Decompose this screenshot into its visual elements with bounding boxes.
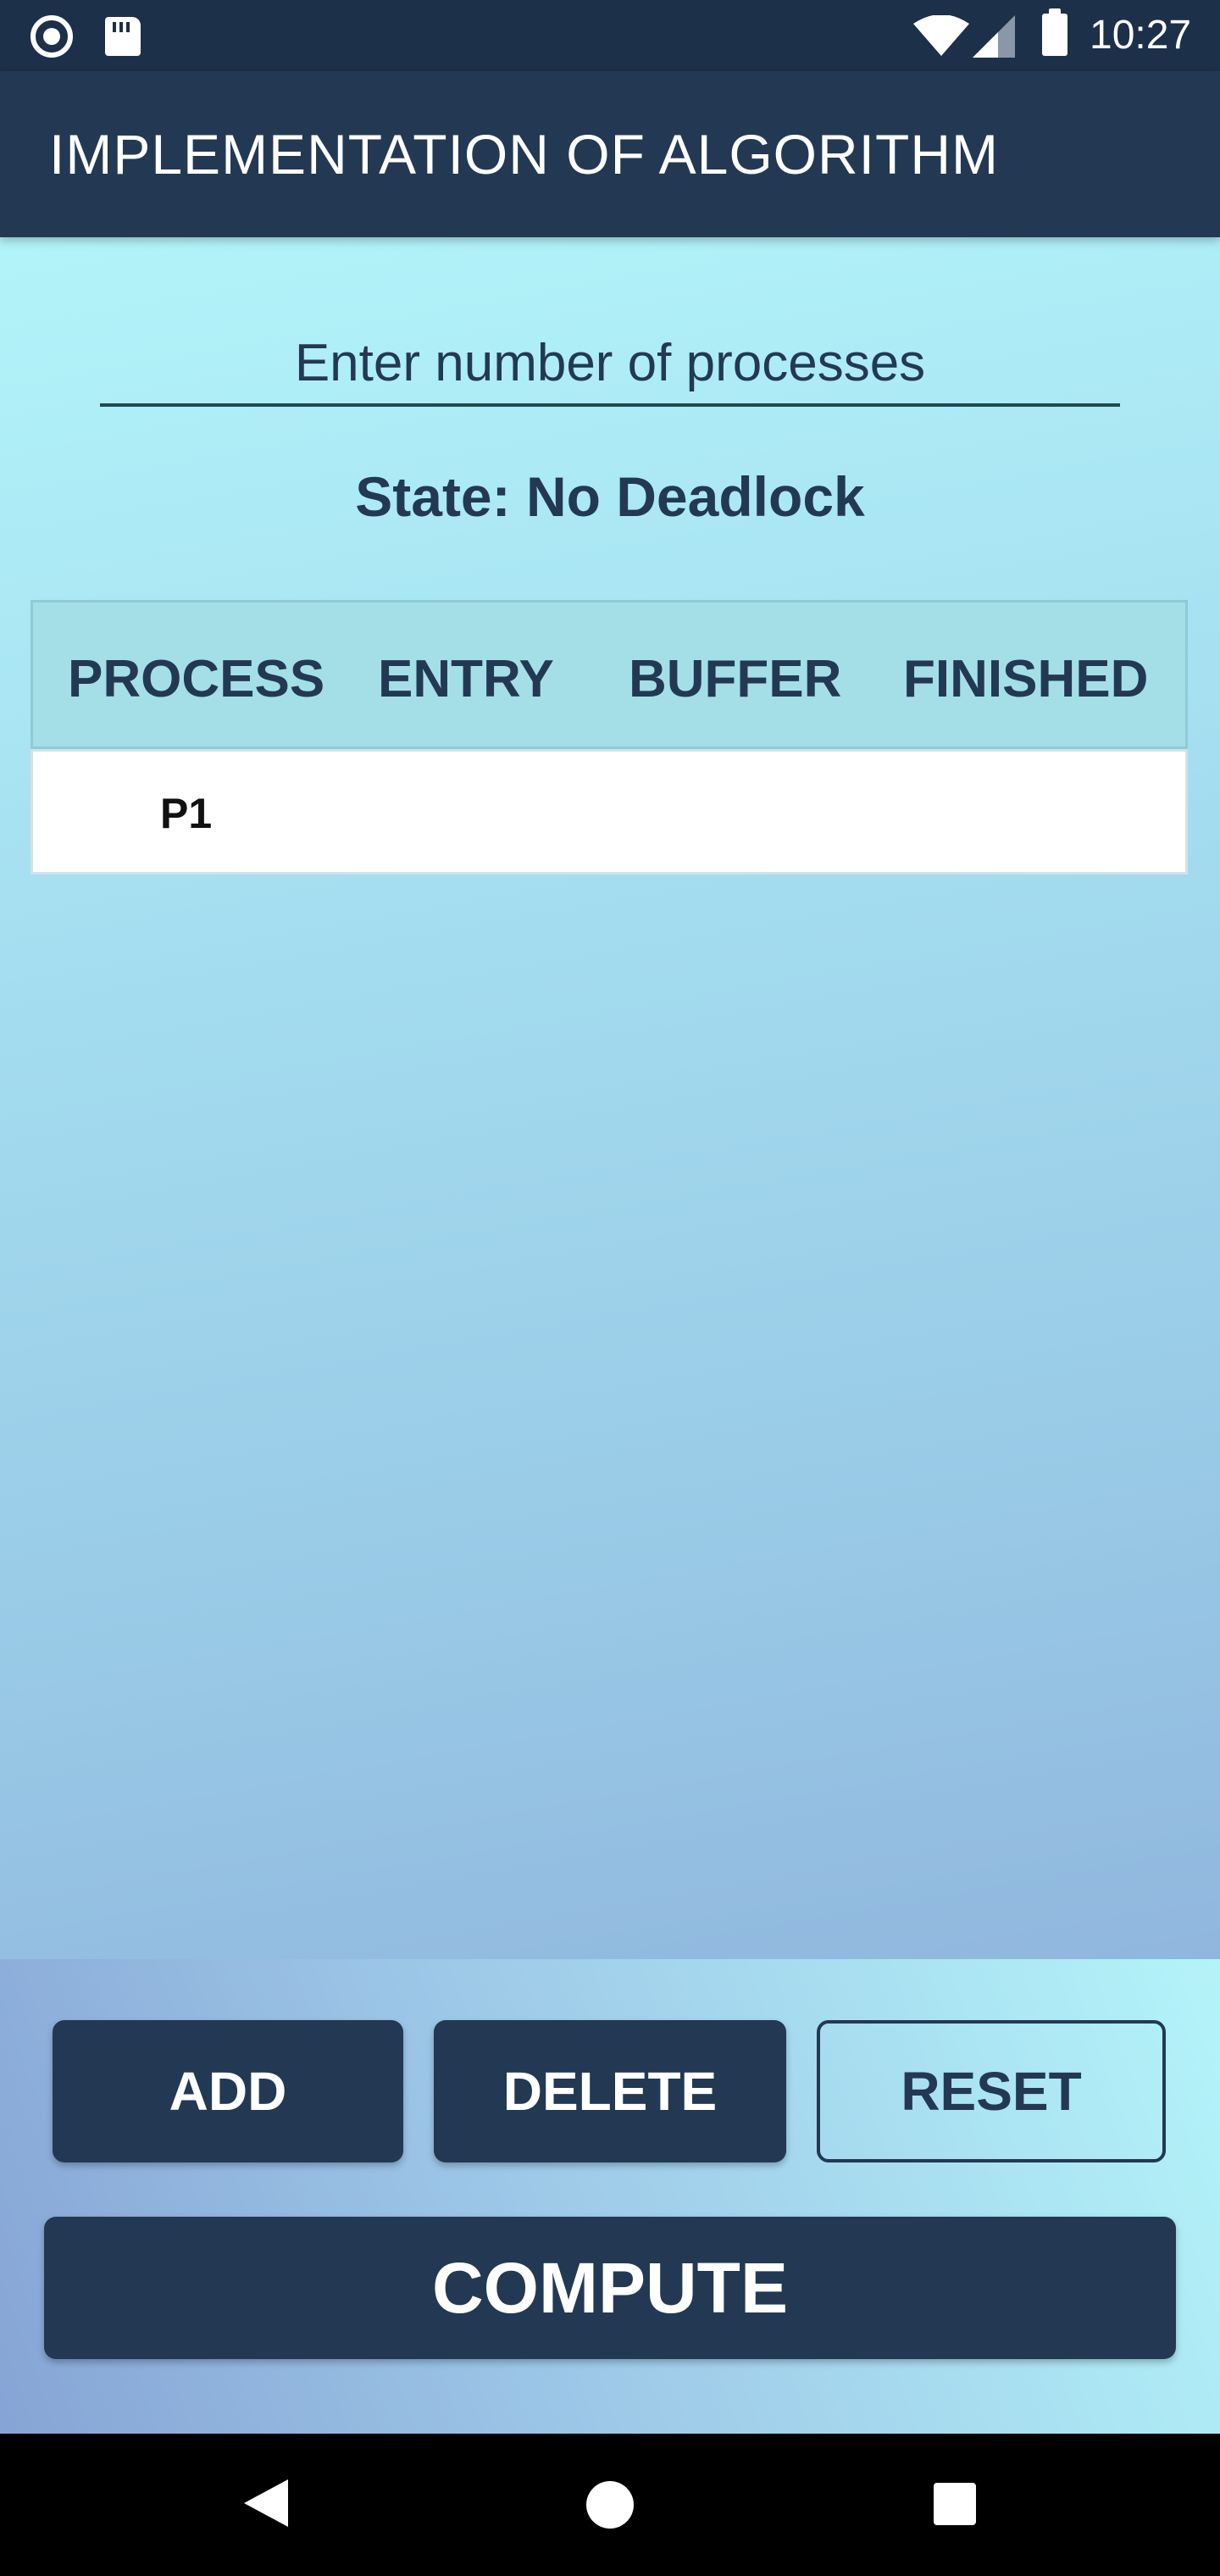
sd-card-icon [105, 17, 141, 56]
header-buffer: BUFFER [629, 650, 842, 708]
signal-icon [973, 15, 1015, 58]
battery-icon [1042, 8, 1068, 56]
cell-process: P1 [160, 790, 213, 837]
reset-button[interactable]: RESET [817, 2020, 1166, 2162]
header-entry: ENTRY [378, 650, 554, 708]
wifi-icon [913, 15, 969, 56]
back-icon[interactable] [244, 2479, 288, 2527]
record-icon [30, 15, 73, 58]
process-table: PROCESS ENTRY BUFFER FINISHED P1 [30, 600, 1188, 874]
status-bar: 10:27 [0, 0, 1220, 71]
header-finished: FINISHED [903, 650, 1149, 708]
table-header: PROCESS ENTRY BUFFER FINISHED [30, 600, 1188, 749]
app-bar: IMPLEMENTATION OF ALGORITHM [0, 71, 1220, 237]
delete-button[interactable]: DELETE [434, 2020, 786, 2162]
deadlock-state-label: State: No Deadlock [355, 465, 865, 528]
add-button[interactable]: ADD [53, 2020, 403, 2162]
process-count-input[interactable] [100, 322, 1120, 407]
page-title: IMPLEMENTATION OF ALGORITHM [49, 123, 999, 186]
home-icon[interactable] [586, 2481, 634, 2529]
recent-apps-icon[interactable] [934, 2483, 976, 2525]
table-row[interactable]: P1 [30, 749, 1188, 874]
compute-button[interactable]: COMPUTE [44, 2217, 1176, 2359]
header-process: PROCESS [68, 650, 325, 708]
status-clock: 10:27 [1090, 13, 1192, 58]
